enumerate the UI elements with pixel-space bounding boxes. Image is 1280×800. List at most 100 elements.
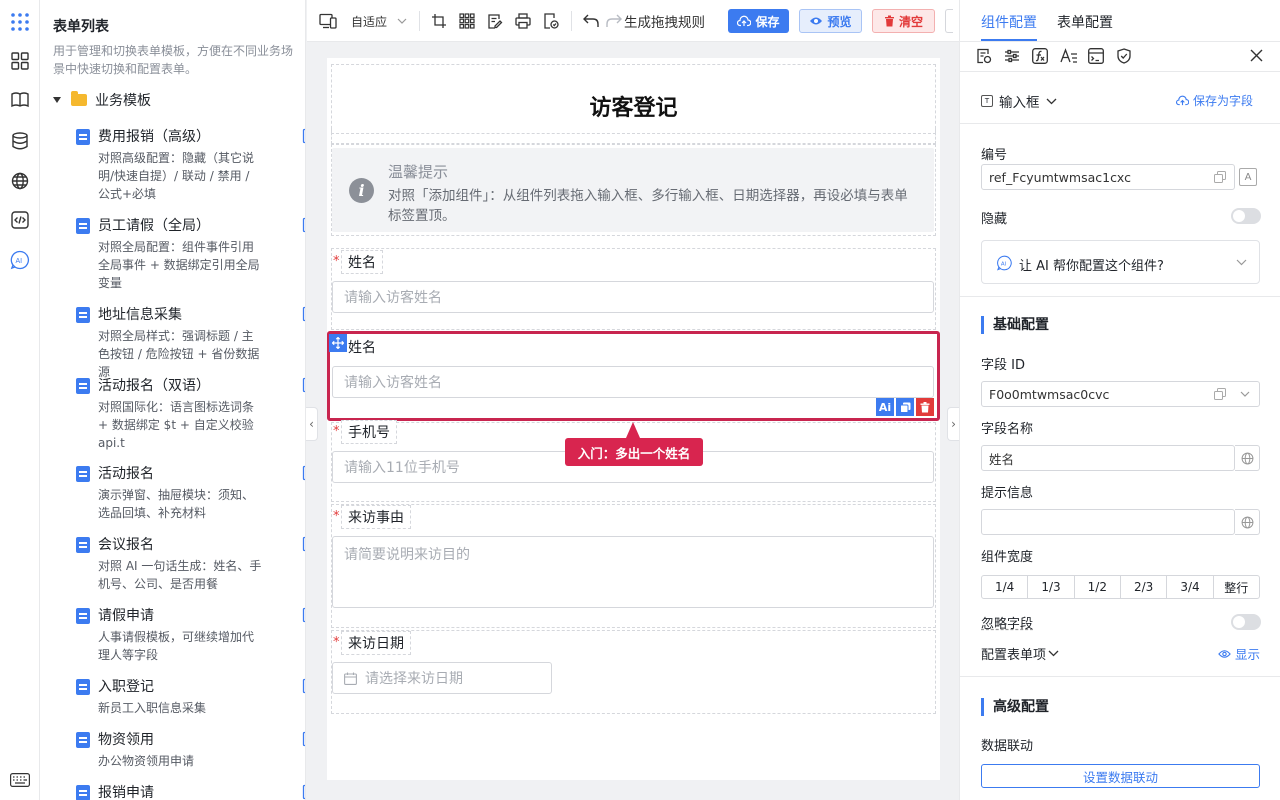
translate-icon[interactable]: A: [1239, 168, 1257, 186]
grid-icon[interactable]: [459, 11, 475, 31]
config-items-dropdown[interactable]: 配置表单项: [981, 644, 1059, 663]
ai-action-icon[interactable]: Ai: [876, 398, 894, 416]
visitor-name-input[interactable]: 请输入访客姓名: [332, 281, 934, 313]
globe-icon[interactable]: [9, 170, 31, 192]
save-as-field-link[interactable]: 保存为字段: [1176, 92, 1253, 109]
calendar-icon: [344, 672, 357, 685]
print-icon[interactable]: [515, 11, 531, 31]
ai-config-collapse[interactable]: AI 让 AI 帮你配置这个组件?: [981, 240, 1260, 284]
template-name: 物资领用: [98, 732, 154, 748]
ignore-field-label: 忽略字段: [981, 617, 1034, 632]
eye-icon: [810, 17, 823, 25]
template-name: 活动报名（双语）: [98, 378, 210, 394]
shield-icon[interactable]: [1116, 48, 1132, 68]
delete-icon[interactable]: [916, 398, 934, 416]
copy-icon[interactable]: [896, 398, 914, 416]
sliders-icon[interactable]: [1004, 48, 1020, 68]
form-title: 访客登记: [589, 96, 678, 121]
keyboard-icon[interactable]: [9, 769, 31, 791]
layout-icon[interactable]: [1088, 48, 1104, 68]
chevron-down-icon: [1048, 650, 1059, 657]
set-linkage-button[interactable]: 设置数据联动: [981, 764, 1260, 788]
field-label: 来访事由: [341, 505, 411, 529]
copy-icon[interactable]: [1214, 388, 1226, 404]
ai-icon: AI: [997, 255, 1012, 271]
cloud-upload-icon: [737, 15, 752, 27]
database-icon[interactable]: [9, 130, 31, 152]
show-link[interactable]: 显示: [1218, 644, 1260, 663]
width-option[interactable]: 整行: [1214, 576, 1259, 598]
edit-icon[interactable]: [302, 536, 305, 556]
function-icon[interactable]: [1032, 48, 1048, 68]
ref-label: 编号: [981, 148, 1008, 163]
edit-icon[interactable]: [302, 128, 305, 148]
reason-textarea[interactable]: 请简要说明来访目的: [332, 536, 934, 608]
edit-icon[interactable]: [302, 306, 305, 326]
visit-date-picker[interactable]: 请选择来访日期: [332, 662, 552, 694]
overflow-button[interactable]: [945, 9, 953, 33]
width-option[interactable]: 2/3: [1121, 576, 1168, 598]
tab-form-config[interactable]: 表单配置: [1057, 12, 1113, 32]
attr-icon[interactable]: [976, 48, 992, 68]
cloud-upload-icon: [1176, 95, 1189, 106]
tab-component-config[interactable]: 组件配置: [981, 12, 1037, 32]
copy-icon[interactable]: [1214, 171, 1226, 187]
globe-icon[interactable]: [1235, 509, 1260, 535]
template-group[interactable]: 业务模板: [53, 90, 151, 110]
adapt-select[interactable]: 自适应: [351, 11, 407, 31]
generate-rules-button[interactable]: 生成拖拽规则: [606, 11, 705, 31]
field-name-input[interactable]: 姓名: [981, 445, 1235, 471]
advanced-config-heading: 高级配置: [981, 698, 1049, 716]
apps-icon[interactable]: [9, 11, 31, 33]
template-name: 入职登记: [98, 679, 154, 695]
hint-input[interactable]: [981, 509, 1235, 535]
ignore-field-toggle[interactable]: [1231, 614, 1261, 630]
template-name: 请假申请: [98, 608, 154, 624]
width-option[interactable]: 1/2: [1075, 576, 1121, 598]
globe-icon[interactable]: [1235, 445, 1260, 471]
collapse-left-button[interactable]: ‹: [306, 407, 318, 441]
edit-icon[interactable]: [302, 784, 305, 800]
edit-form-icon[interactable]: [487, 11, 503, 31]
document-icon: [76, 466, 90, 482]
ai-icon[interactable]: AI: [9, 249, 31, 271]
close-icon[interactable]: [1250, 49, 1263, 66]
widgets-icon[interactable]: [9, 50, 31, 72]
undo-icon[interactable]: [583, 11, 599, 31]
date-placeholder: 请选择来访日期: [365, 671, 463, 687]
width-option[interactable]: 3/4: [1167, 576, 1214, 598]
document-icon: [76, 679, 90, 695]
crop-icon[interactable]: [431, 11, 447, 31]
collapse-right-button[interactable]: ›: [947, 407, 959, 441]
component-type-select[interactable]: T 输入框: [981, 91, 1057, 111]
edit-icon[interactable]: [302, 607, 305, 627]
ref-input[interactable]: ref_Fcyumtwmsac1cxc: [981, 164, 1235, 190]
hidden-label: 隐藏: [981, 212, 1008, 227]
visitor-name-input-duplicate[interactable]: 请输入访客姓名: [332, 366, 934, 398]
ai-prompt-label: 让 AI 帮你配置这个组件?: [1019, 259, 1164, 274]
document-icon: [76, 378, 90, 394]
json-icon[interactable]: [543, 11, 559, 31]
preview-button[interactable]: 预览: [799, 9, 862, 33]
save-button[interactable]: 保存: [728, 9, 789, 33]
edit-icon[interactable]: [302, 217, 305, 237]
text-style-icon[interactable]: [1060, 48, 1078, 68]
code-icon[interactable]: [9, 209, 31, 231]
width-option[interactable]: 1/3: [1028, 576, 1075, 598]
device-icon[interactable]: [319, 11, 337, 31]
chevron-down-icon: [1236, 259, 1247, 266]
trash-icon: [884, 15, 894, 27]
book-icon[interactable]: [9, 89, 31, 111]
field-label: 姓名: [341, 250, 383, 274]
panel-description: 用于管理和切换表单模板，方便在不同业务场景中快速切换和配置表单。: [53, 44, 294, 76]
edit-icon[interactable]: [302, 731, 305, 751]
template-desc: 新员工入职信息采集: [98, 701, 207, 715]
edit-icon[interactable]: [302, 377, 305, 397]
template-desc: 对照全局配置：组件事件引用全局事件 + 数据绑定引用全局变量: [98, 240, 260, 290]
edit-icon[interactable]: [302, 678, 305, 698]
clear-button[interactable]: 清空: [872, 9, 935, 33]
hidden-toggle[interactable]: [1231, 208, 1261, 224]
edit-icon[interactable]: [302, 465, 305, 485]
panel-title: 表单列表: [53, 19, 109, 35]
width-option[interactable]: 1/4: [982, 576, 1029, 598]
